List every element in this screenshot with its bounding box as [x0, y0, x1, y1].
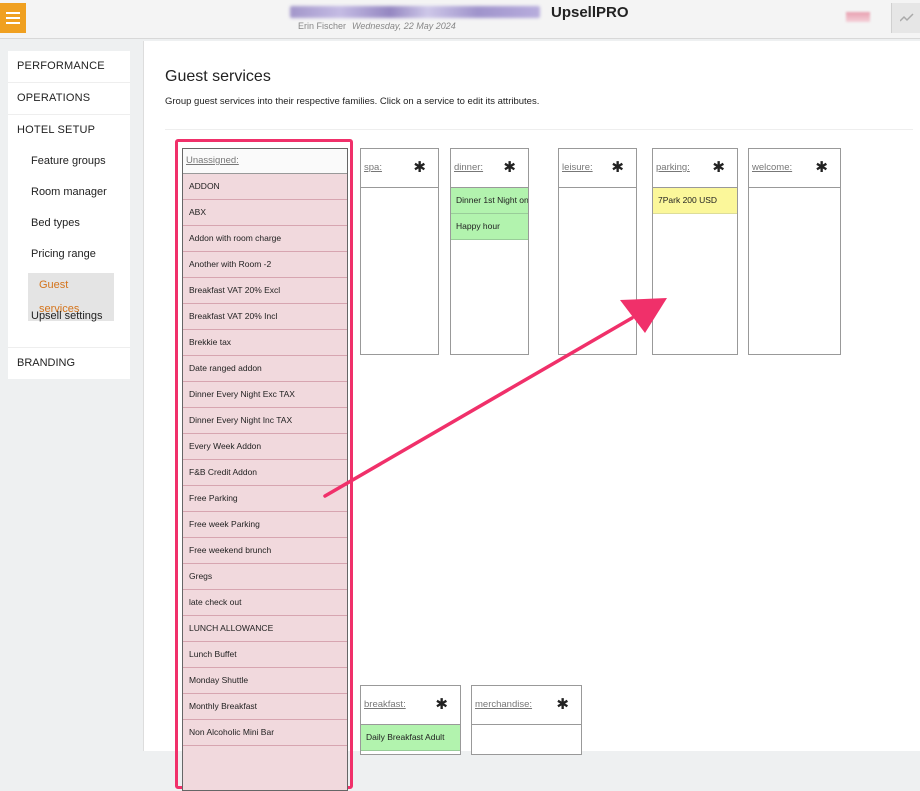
family-header: leisure: ✱ — [559, 149, 636, 188]
main-panel: Guest services Group guest services into… — [143, 41, 920, 791]
sidebar-item-branding[interactable]: BRANDING — [8, 348, 130, 379]
family-name[interactable]: merchandise: — [475, 699, 532, 710]
gear-icon[interactable]: ✱ — [503, 160, 516, 175]
gear-icon[interactable]: ✱ — [815, 160, 828, 175]
family-header: merchandise: ✱ — [472, 686, 581, 725]
service-item[interactable]: Dinner 1st Night only — [451, 188, 528, 214]
list-item[interactable]: Breakfast VAT 20% Excl — [183, 278, 347, 304]
sidebar-item-performance[interactable]: PERFORMANCE — [8, 51, 130, 83]
unassigned-label: Unassigned: — [183, 149, 347, 174]
gear-icon[interactable]: ✱ — [611, 160, 624, 175]
family-items: Daily Breakfast Adult — [361, 725, 460, 751]
list-item[interactable]: Date ranged addon — [183, 356, 347, 382]
gear-icon[interactable]: ✱ — [435, 697, 448, 712]
service-item[interactable]: Daily Breakfast Adult — [361, 725, 460, 751]
list-item[interactable]: Monday Shuttle — [183, 668, 347, 694]
family-welcome[interactable]: welcome: ✱ — [748, 148, 841, 355]
family-merchandise[interactable]: merchandise: ✱ — [471, 685, 582, 755]
family-name[interactable]: spa: — [364, 162, 382, 173]
family-name[interactable]: leisure: — [562, 162, 593, 173]
gear-icon[interactable]: ✱ — [556, 697, 569, 712]
sidebar-item-operations[interactable]: OPERATIONS — [8, 83, 130, 115]
hamburger-icon[interactable] — [0, 3, 26, 33]
brand-logo: UpsellPRO — [551, 4, 629, 21]
list-item[interactable]: ADDON — [183, 174, 347, 200]
family-header: dinner: ✱ — [451, 149, 528, 188]
family-spa[interactable]: spa: ✱ — [360, 148, 439, 355]
unassigned-items: ADDON ABX Addon with room charge Another wi… — [183, 174, 347, 746]
page-description: Group guest services into their respecti… — [165, 96, 540, 107]
family-header: welcome: ✱ — [749, 149, 840, 188]
family-header: breakfast: ✱ — [361, 686, 460, 725]
list-item[interactable]: Non Alcoholic Mini Bar — [183, 720, 347, 746]
list-item[interactable]: Brekkie tax — [183, 330, 347, 356]
family-name[interactable]: welcome: — [752, 162, 792, 173]
family-name[interactable]: breakfast: — [364, 699, 406, 710]
top-bar: UpsellPRO Erin Fischer Wednesday, 22 May … — [0, 0, 920, 39]
list-item[interactable]: LUNCH ALLOWANCE — [183, 616, 347, 642]
list-item[interactable]: Dinner Every Night Exc TAX — [183, 382, 347, 408]
list-item[interactable]: Free Parking — [183, 486, 347, 512]
family-items: 7Park 200 USD — [653, 188, 737, 214]
family-header: parking: ✱ — [653, 149, 737, 188]
list-item[interactable]: Free weekend brunch — [183, 538, 347, 564]
family-leisure[interactable]: leisure: ✱ — [558, 148, 637, 355]
list-item[interactable]: Breakfast VAT 20% Incl — [183, 304, 347, 330]
family-parking[interactable]: parking: ✱ 7Park 200 USD — [652, 148, 738, 355]
sidebar: PERFORMANCE OPERATIONS HOTEL SETUP Featu… — [8, 51, 130, 379]
service-item[interactable]: Happy hour — [451, 214, 528, 240]
current-date: Wednesday, 22 May 2024 — [352, 21, 456, 31]
family-name[interactable]: dinner: — [454, 162, 483, 173]
hotel-name-redacted — [290, 6, 540, 18]
user-name: Erin Fischer — [298, 21, 347, 31]
family-items: Dinner 1st Night only Happy hour — [451, 188, 528, 240]
sidebar-item-hotel-setup[interactable]: HOTEL SETUP — [8, 115, 130, 146]
sidebar-item-bed-types[interactable]: Bed types — [8, 208, 130, 239]
sidebar-item-room-manager[interactable]: Room manager — [8, 177, 130, 208]
page-title: Guest services — [165, 68, 271, 85]
family-breakfast[interactable]: breakfast: ✱ Daily Breakfast Adult — [360, 685, 461, 755]
list-item[interactable]: Gregs — [183, 564, 347, 590]
language-flag-icon[interactable] — [846, 12, 870, 22]
family-name[interactable]: parking: — [656, 162, 690, 173]
unassigned-list[interactable]: Unassigned: ADDON ABX Addon with room char… — [182, 148, 348, 791]
family-header: spa: ✱ — [361, 149, 438, 188]
list-item[interactable]: Lunch Buffet — [183, 642, 347, 668]
list-item[interactable]: Monthly Breakfast — [183, 694, 347, 720]
family-dinner[interactable]: dinner: ✱ Dinner 1st Night only Happy hou… — [450, 148, 529, 355]
list-item[interactable]: Free week Parking — [183, 512, 347, 538]
sidebar-item-pricing-range[interactable]: Pricing range — [8, 239, 130, 270]
divider — [165, 129, 913, 130]
gear-icon[interactable]: ✱ — [413, 160, 426, 175]
list-item[interactable]: late check out — [183, 590, 347, 616]
list-item[interactable]: ABX — [183, 200, 347, 226]
list-item[interactable]: Addon with room charge — [183, 226, 347, 252]
list-item[interactable]: Dinner Every Night Inc TAX — [183, 408, 347, 434]
list-item[interactable]: Another with Room -2 — [183, 252, 347, 278]
service-item[interactable]: 7Park 200 USD — [653, 188, 737, 214]
list-item[interactable]: F&B Credit Addon — [183, 460, 347, 486]
trend-icon[interactable] — [891, 3, 920, 33]
sidebar-item-guest-services[interactable]: Guest services — [8, 270, 130, 321]
sidebar-divider — [8, 332, 130, 348]
sidebar-item-feature-groups[interactable]: Feature groups — [8, 146, 130, 177]
gear-icon[interactable]: ✱ — [712, 160, 725, 175]
list-item[interactable]: Every Week Addon — [183, 434, 347, 460]
user-info: Erin Fischer Wednesday, 22 May 2024 — [298, 21, 456, 31]
